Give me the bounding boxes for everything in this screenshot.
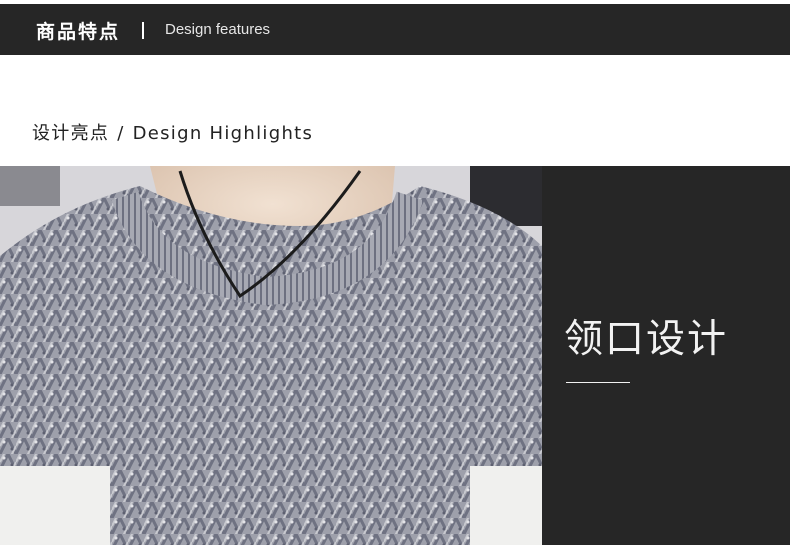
feature-panel: 领口设计 — [542, 166, 790, 553]
header-divider — [142, 22, 144, 39]
feature-title: 领口设计 — [564, 317, 729, 362]
header-bar: 商品特点 Design features — [0, 4, 790, 55]
sweater-illustration — [0, 166, 542, 553]
section-heading-cn: 设计亮点 — [32, 123, 110, 144]
header-title-cn: 商品特点 — [36, 21, 121, 43]
product-photo — [0, 166, 542, 553]
feature-underline — [566, 382, 630, 383]
section-heading-en: Design Highlights — [132, 123, 314, 144]
bottom-margin — [0, 545, 790, 553]
header-title-en: Design features — [165, 21, 271, 38]
section-heading-slash: / — [117, 123, 125, 144]
section-heading: 设计亮点 / Design Highlights — [32, 119, 313, 145]
